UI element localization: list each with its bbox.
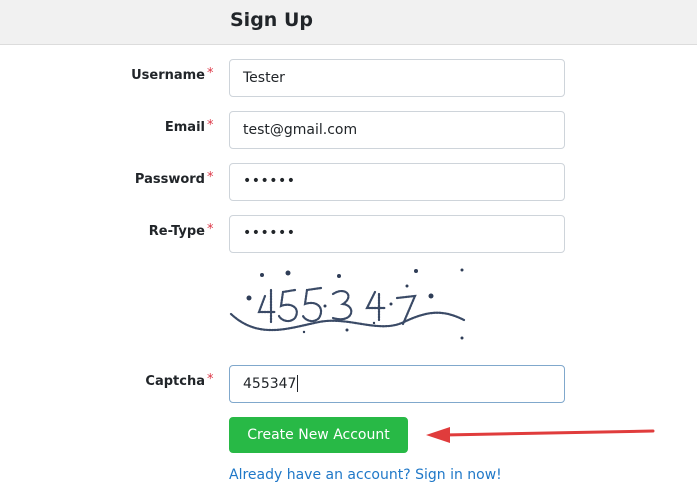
red-arrow-icon (426, 427, 655, 443)
signin-link[interactable]: Already have an account? Sign in now! (229, 467, 502, 483)
email-input[interactable]: test@gmail.com (229, 111, 565, 149)
create-account-button[interactable]: Create New Account (229, 417, 408, 453)
captcha-input-value: 455347 (243, 376, 297, 392)
page-header: Sign Up (0, 0, 697, 45)
text-cursor (297, 374, 299, 392)
required-marker: * (207, 372, 214, 387)
captcha-row: Captcha * 455347 (0, 365, 697, 403)
retype-label: Re-Type (148, 224, 205, 239)
required-marker: * (207, 118, 214, 133)
password-label: Password (134, 172, 205, 187)
password-input[interactable]: •••••• (229, 163, 565, 201)
captcha-image (229, 262, 469, 344)
username-row: Username * Tester (0, 59, 697, 97)
page-title: Sign Up (230, 9, 313, 31)
retype-row: Re-Type * •••••• (0, 215, 697, 253)
captcha-input[interactable]: 455347 (229, 365, 565, 403)
username-label: Username (131, 68, 205, 83)
email-label: Email (164, 120, 205, 135)
required-marker: * (207, 222, 214, 237)
required-marker: * (207, 66, 214, 81)
required-marker: * (207, 170, 214, 185)
retype-password-input[interactable]: •••••• (229, 215, 565, 253)
email-row: Email * test@gmail.com (0, 111, 697, 149)
signup-page: Sign Up Username * Tester Email * test@g… (0, 0, 697, 499)
password-row: Password * •••••• (0, 163, 697, 201)
username-input[interactable]: Tester (229, 59, 565, 97)
captcha-label: Captcha (145, 374, 205, 389)
